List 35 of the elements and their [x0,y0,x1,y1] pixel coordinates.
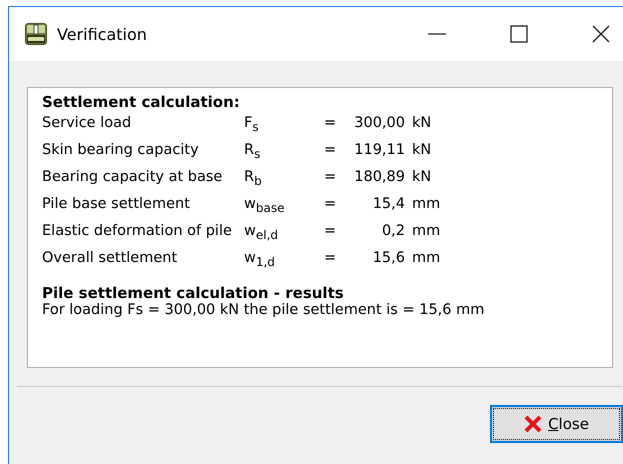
value: 180,89 [353,168,406,187]
symbol: w$_{base}$ [244,195,286,216]
value: 15,4 [372,195,406,214]
equals-sign: = [324,195,338,214]
equals-sign: = [324,141,338,160]
equals-sign: = [324,249,338,268]
row-label: Overall settlement [42,249,178,268]
symbol: R$_{b}$ [244,168,263,189]
symbol: F$_{s}$ [244,114,260,135]
unit: mm [412,249,440,268]
symbol: w$_{1,d}$ [244,249,276,270]
unit: kN [412,114,432,133]
value: 15,6 [372,249,406,268]
row-label: Service load [42,114,132,133]
unit: mm [412,195,440,214]
unit: kN [412,141,432,160]
section-heading: Pile settlement calculation - results [42,284,345,302]
symbol: R$_{s}$ [244,141,262,162]
row-label: Pile base settlement [42,195,191,214]
equals-sign: = [324,168,338,187]
unit: kN [412,168,432,187]
value: 119,11 [353,141,406,160]
value: 300,00 [353,114,406,133]
equals-sign: = [324,114,338,133]
row-label: Bearing capacity at base [42,168,224,187]
unit: mm [412,222,440,241]
equals-sign: = [324,222,338,241]
window-title: Verification [57,24,147,44]
row-label: Elastic deformation of pile [42,222,233,241]
value: 0,2 [380,222,406,241]
close-button[interactable]: Close [490,405,623,443]
result-sentence: For loading Fs = 300,00 kN the pile settlement is = 15,6 mm [42,302,486,318]
section-heading: Settlement calculation: [42,93,241,111]
row-label: Skin bearing capacity [42,141,200,160]
symbol: w$_{el,d}$ [244,222,280,243]
